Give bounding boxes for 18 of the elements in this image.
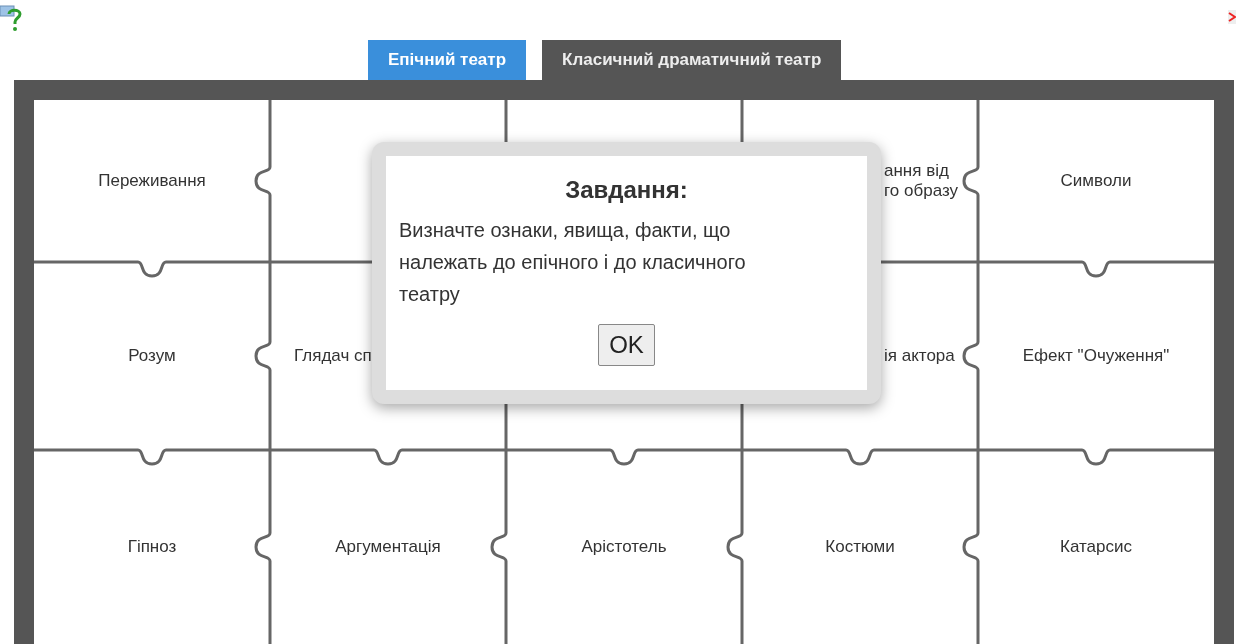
ok-button[interactable]: OK	[598, 324, 655, 366]
tile-label[interactable]: ання від го образу	[884, 161, 959, 201]
tile-label[interactable]: Переживання	[98, 171, 206, 191]
tile-label[interactable]: Глядач сп	[294, 346, 372, 366]
tile-label[interactable]: Символи	[1060, 171, 1132, 191]
dialog-title: Завдання:	[565, 176, 688, 204]
tile-label[interactable]: Гіпноз	[127, 537, 177, 557]
close-icon[interactable]	[1228, 10, 1236, 24]
tile-label[interactable]: Ефект "Очуження"	[1022, 346, 1170, 366]
tile-label[interactable]: Розум	[128, 346, 176, 366]
tile-label[interactable]: Костюми	[825, 537, 895, 557]
tile-label[interactable]: Катарсис	[1060, 537, 1132, 557]
tab[interactable]: Класичний драматичний театр	[542, 40, 842, 80]
tile-label[interactable]: Арістотель	[581, 537, 667, 557]
tile-label[interactable]: Аргументація	[335, 537, 441, 557]
tile-label[interactable]: ія актора	[884, 346, 955, 366]
help-icon[interactable]	[0, 4, 22, 34]
dialog-message: Визначте ознаки, явища, факти, що належать до епічного і до класичного театру	[398, 218, 747, 307]
